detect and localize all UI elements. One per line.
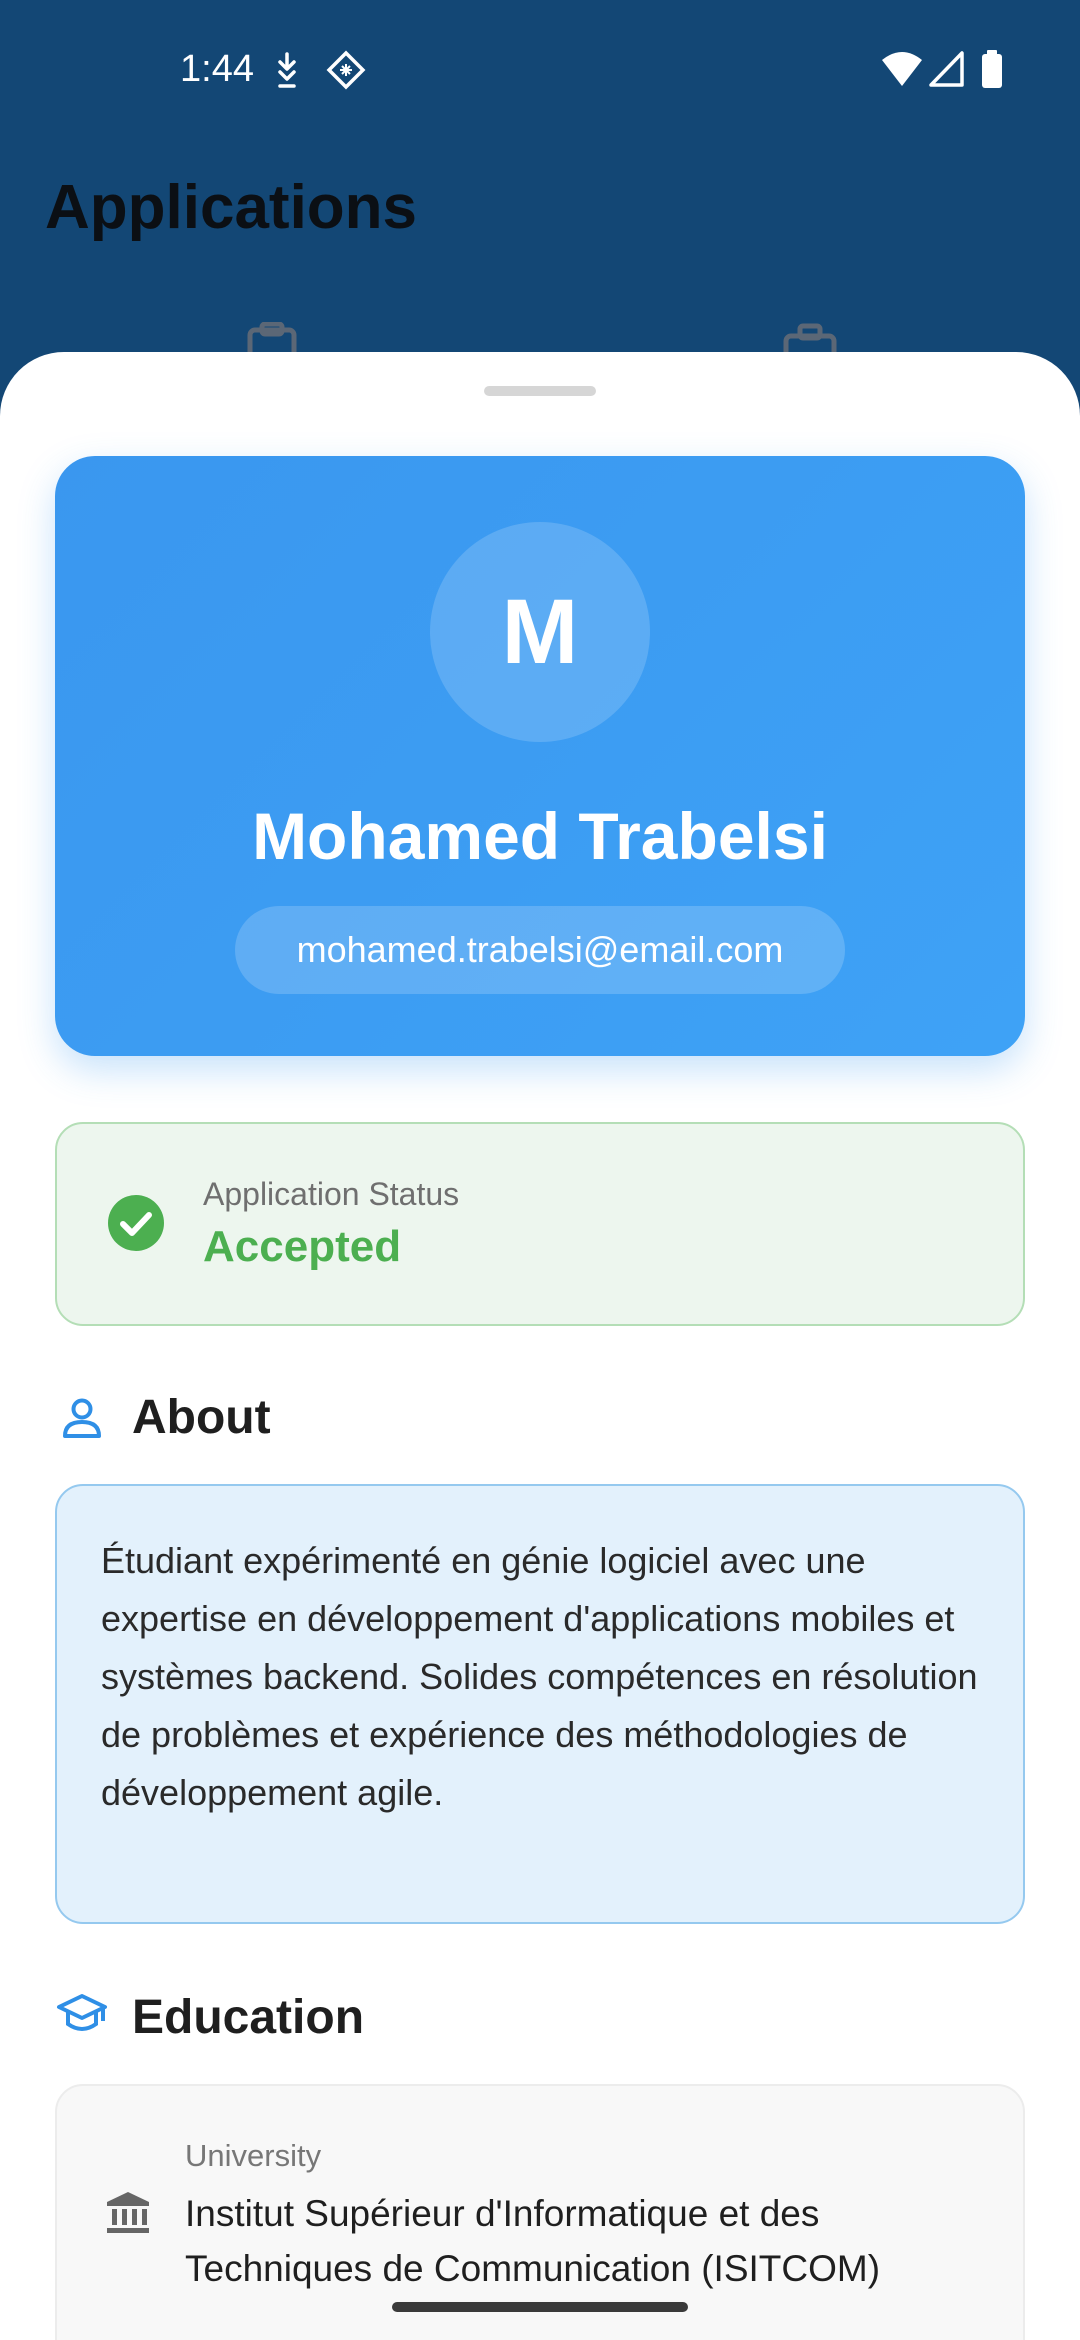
status-label: Application Status bbox=[203, 1176, 460, 1212]
wifi-icon bbox=[882, 52, 922, 86]
university-name: Institut Supérieur d'Informatique et des… bbox=[185, 2193, 881, 2289]
graduation-cap-icon bbox=[57, 1994, 107, 2031]
app-notification-icon bbox=[326, 50, 366, 90]
status-time: 1:44 bbox=[180, 48, 254, 90]
application-status-card: Application Status Accepted bbox=[55, 1122, 1025, 1326]
download-notification-icon bbox=[278, 52, 296, 88]
applicant-email: mohamed.trabelsi@email.com bbox=[235, 906, 845, 994]
cellular-signal-icon bbox=[929, 51, 964, 87]
university-label: University bbox=[185, 2138, 322, 2173]
about-text: Étudiant expérimenté en génie logiciel a… bbox=[101, 1540, 978, 1813]
about-card: Étudiant expérimenté en génie logiciel a… bbox=[55, 1484, 1025, 1924]
battery-icon bbox=[982, 50, 1002, 88]
home-indicator[interactable] bbox=[392, 2302, 688, 2312]
status-bar: 1:44 bbox=[0, 0, 1080, 140]
status-value: Accepted bbox=[203, 1222, 402, 1271]
application-details-sheet: M Mohamed Trabelsi mohamed.trabelsi@emai… bbox=[0, 352, 1080, 2340]
institution-icon bbox=[107, 2192, 149, 2233]
avatar: M bbox=[430, 522, 650, 742]
person-icon bbox=[63, 1398, 101, 1438]
drag-handle[interactable] bbox=[484, 386, 596, 396]
about-section-title: About bbox=[132, 1391, 271, 1444]
page-title: Applications bbox=[45, 173, 418, 242]
check-circle-icon bbox=[108, 1195, 164, 1251]
education-section-title: Education bbox=[132, 1991, 365, 2044]
profile-card: M Mohamed Trabelsi mohamed.trabelsi@emai… bbox=[55, 456, 1025, 1056]
applicant-name: Mohamed Trabelsi bbox=[252, 799, 828, 873]
